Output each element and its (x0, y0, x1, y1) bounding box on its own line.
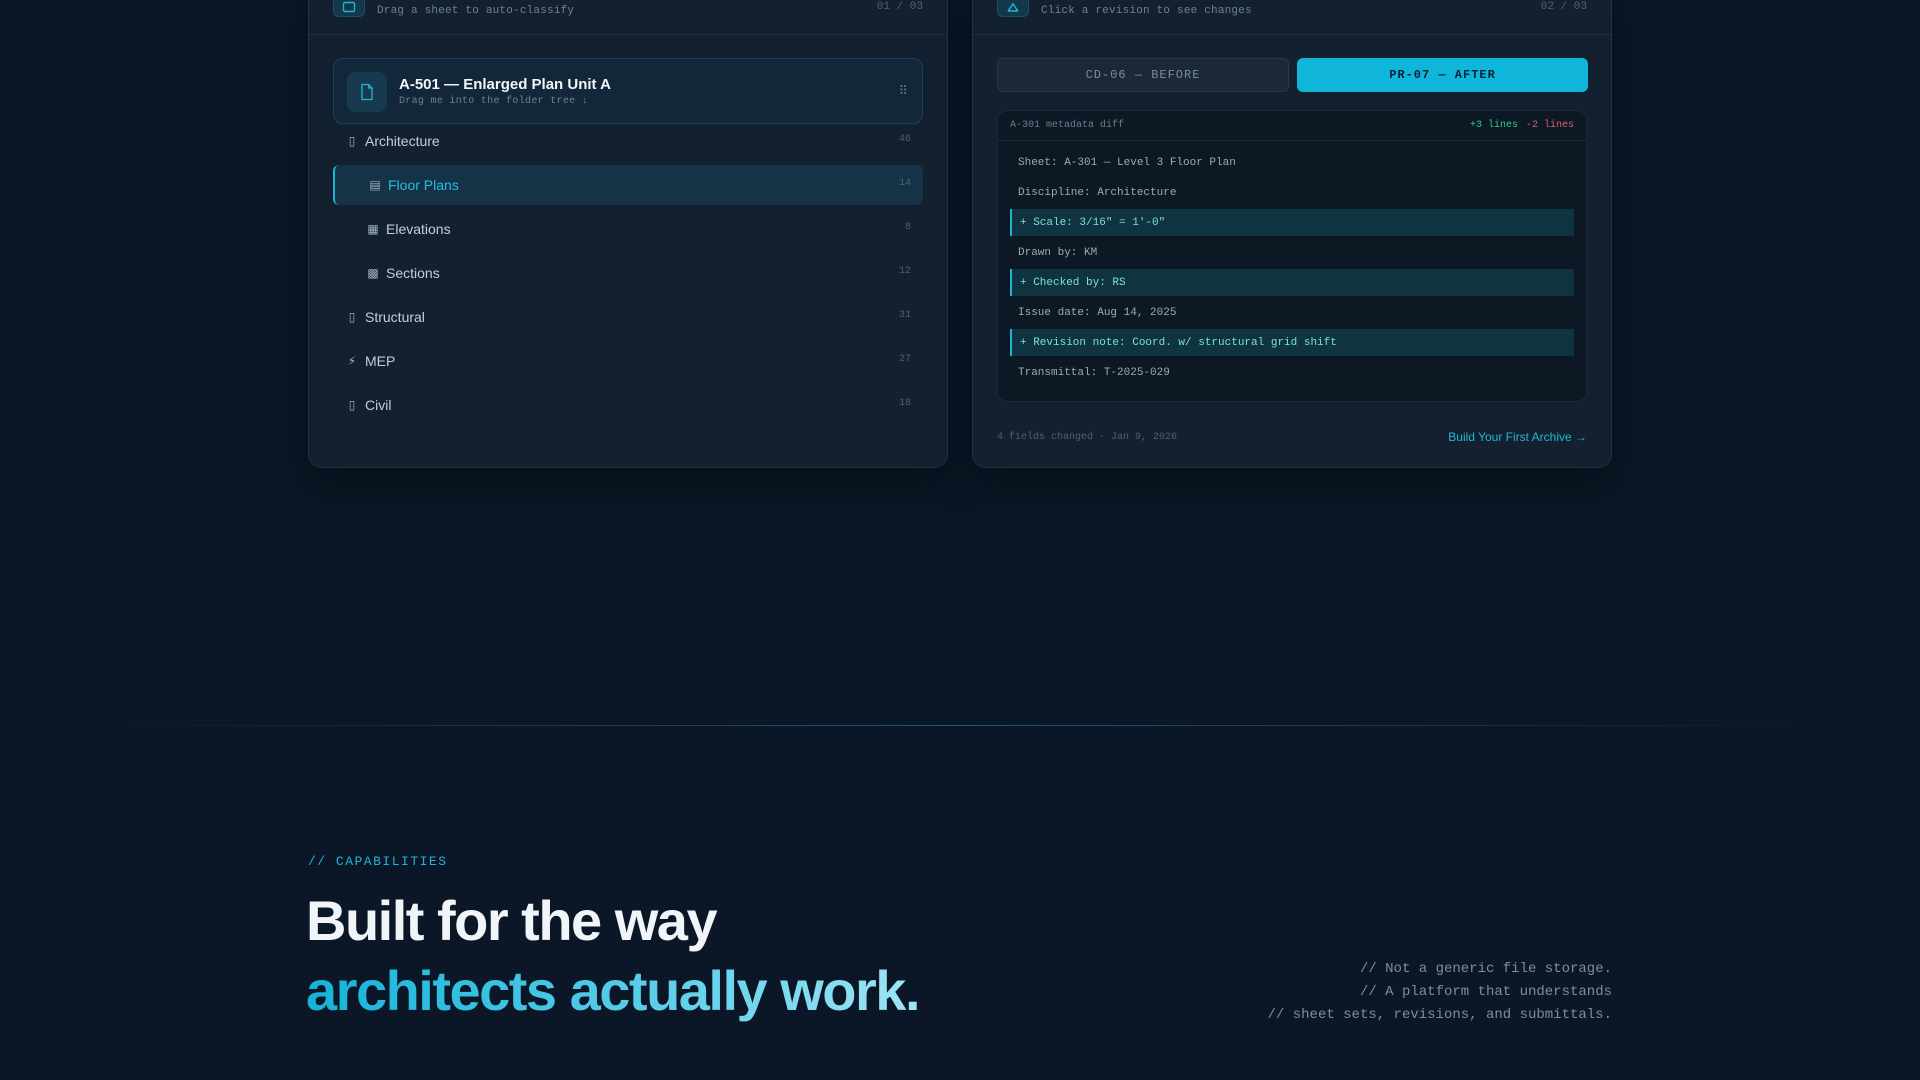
step-counter: 01 / 03 (876, 1, 923, 13)
document-icon (347, 72, 387, 112)
diff-line: Drawn by: KM (1018, 246, 1098, 259)
diff-line: Discipline: Architecture (1018, 186, 1177, 199)
tree-item-count: 14 (898, 178, 911, 189)
tree-item-elevations[interactable]: ▦ Elevations 8 (333, 209, 923, 249)
tree-item-count: 18 (898, 398, 911, 409)
revision-diff-card: Click a revision to see changes 02 / 03 … (972, 0, 1612, 468)
note-line: // sheet sets, revisions, and submittals… (1267, 1007, 1612, 1023)
folder-icon: ▯ (348, 310, 356, 324)
revision-before-button[interactable]: CD-06 — BEFORE (997, 58, 1289, 92)
note-line: // Not a generic file storage. (1359, 961, 1612, 977)
build-archive-link[interactable]: Build Your First Archive → (1448, 430, 1587, 444)
diff-line: Sheet: A-301 — Level 3 Floor Plan (1018, 156, 1236, 169)
floorplan-icon: ▤ (369, 178, 381, 192)
tree-item-mep[interactable]: ⚡ MEP 27 (333, 341, 923, 381)
diff-icon (997, 0, 1029, 17)
folder-icon: ▯ (348, 134, 356, 148)
tree-item-count: 8 (904, 222, 911, 233)
section-tag: // CAPABILITIES (308, 854, 448, 869)
folder-tree: ▯ Architecture 46 ▤ Floor Plans 14 ▦ Elevations… (333, 121, 923, 429)
section-note: // Not a generic file storage. // A platf… (1268, 958, 1612, 1027)
sheet-hint: Drag me into the folder tree ↓ (399, 96, 589, 107)
headline-line-2: architects actually work. (306, 956, 921, 1026)
card-header: Drag a sheet to auto-classify 01 / 03 (309, 0, 947, 35)
tree-item-label: Elevations (386, 221, 451, 237)
tree-item-label: Sections (386, 265, 440, 281)
tree-item-label: Structural (365, 309, 425, 325)
diff-line: Issue date: Aug 14, 2025 (1018, 306, 1177, 319)
diff-line-added: + Checked by: RS (1010, 269, 1574, 296)
section-divider (100, 725, 1820, 726)
diff-line-added: + Scale: 3/16" = 1'-0" (1010, 209, 1574, 236)
elevation-icon: ▦ (367, 222, 379, 236)
diff-summary: 4 fields changed · Jan 9, 2026 (997, 432, 1178, 443)
section-icon: ▩ (367, 266, 379, 280)
headline-line-1: Built for the way (306, 889, 718, 952)
folder-icon: ▯ (348, 398, 356, 412)
folder-icon (333, 0, 365, 17)
tree-item-count: 27 (898, 354, 911, 365)
diff-line-added: + Revision note: Coord. w/ structural gr… (1010, 329, 1574, 356)
tree-item-structural[interactable]: ▯ Structural 31 (333, 297, 923, 337)
draggable-sheet[interactable]: A-501 — Enlarged Plan Unit A Drag me int… (333, 58, 923, 124)
tree-item-label: Floor Plans (388, 177, 459, 193)
tree-item-label: MEP (365, 353, 396, 369)
revision-after-button[interactable]: PR-07 — AFTER (1297, 58, 1588, 92)
card-header: Click a revision to see changes 02 / 03 (973, 0, 1611, 35)
tree-item-count: 31 (898, 310, 911, 321)
card-subtitle: Drag a sheet to auto-classify (377, 5, 575, 17)
tree-item-floor-plans[interactable]: ▤ Floor Plans 14 (333, 165, 923, 205)
tree-item-label: Civil (365, 397, 392, 413)
diff-line: Transmittal: T-2025-029 (1018, 366, 1170, 379)
note-line: // A platform that understands (1359, 984, 1612, 1000)
drag-handle-icon[interactable]: ⠿ (898, 83, 908, 99)
added-lines-count: +3 lines (1469, 120, 1518, 131)
tree-item-count: 46 (898, 134, 911, 145)
diff-lines: Sheet: A-301 — Level 3 Floor Plan Discipl… (998, 141, 1586, 386)
removed-lines-count: -2 lines (1525, 120, 1574, 131)
auto-classify-card: Drag a sheet to auto-classify 01 / 03 A-… (308, 0, 948, 468)
tree-item-architecture[interactable]: ▯ Architecture 46 (333, 121, 923, 161)
sheet-title: A-501 — Enlarged Plan Unit A (399, 76, 611, 93)
tree-item-count: 12 (898, 266, 911, 277)
tree-item-label: Architecture (365, 133, 440, 149)
tree-item-civil[interactable]: ▯ Civil 18 (333, 385, 923, 425)
lightning-icon: ⚡ (347, 354, 357, 368)
card-subtitle: Click a revision to see changes (1041, 5, 1252, 17)
section-headline: Built for the way architects actually wo… (306, 886, 921, 1026)
tree-item-sections[interactable]: ▩ Sections 12 (333, 253, 923, 293)
metadata-diff-panel: A-301 metadata diff +3 lines -2 lines Sh… (997, 110, 1587, 402)
diff-header: A-301 metadata diff +3 lines -2 lines (998, 111, 1586, 141)
step-counter: 02 / 03 (1540, 1, 1587, 13)
diff-title: A-301 metadata diff (1010, 120, 1125, 131)
